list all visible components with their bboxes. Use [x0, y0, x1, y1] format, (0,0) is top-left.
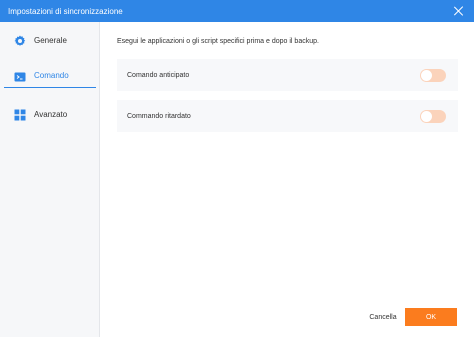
ok-button[interactable]: OK [405, 308, 457, 326]
window-title: Impostazioni di sincronizzazione [8, 6, 123, 16]
gear-icon [14, 34, 26, 46]
comando-anticipato-toggle[interactable] [420, 68, 446, 82]
title-bar: Impostazioni di sincronizzazione [0, 0, 474, 22]
close-icon[interactable] [452, 4, 466, 18]
option-row-comando-anticipato: Comando anticipato [117, 59, 458, 91]
toggle-knob [421, 110, 432, 122]
main-panel: Esegui le applicazioni o gli script spec… [101, 22, 474, 337]
toggle-knob [421, 69, 432, 81]
terminal-icon [14, 70, 26, 82]
sidebar-item-label: Generale [34, 35, 67, 45]
cancel-button[interactable]: Cancella [363, 308, 403, 326]
option-label: Commando ritardato [127, 112, 191, 120]
option-label: Comando anticipato [127, 71, 190, 79]
sidebar: Generale Comando Avanzato [0, 22, 100, 337]
sidebar-item-label: Comando [34, 71, 69, 80]
sidebar-item-label: Avanzato [34, 109, 68, 119]
commando-ritardato-toggle[interactable] [420, 109, 446, 123]
sidebar-item-avanzato[interactable]: Avanzato [4, 102, 96, 126]
sidebar-item-comando[interactable]: Comando [4, 64, 96, 88]
settings-dialog: Impostazioni di sincronizzazione General… [0, 0, 474, 337]
command-description: Esegui le applicazioni o gli script spec… [117, 38, 319, 45]
grid-icon [14, 108, 26, 121]
sidebar-item-generale[interactable]: Generale [4, 28, 96, 52]
option-row-commando-ritardato: Commando ritardato [117, 100, 458, 132]
